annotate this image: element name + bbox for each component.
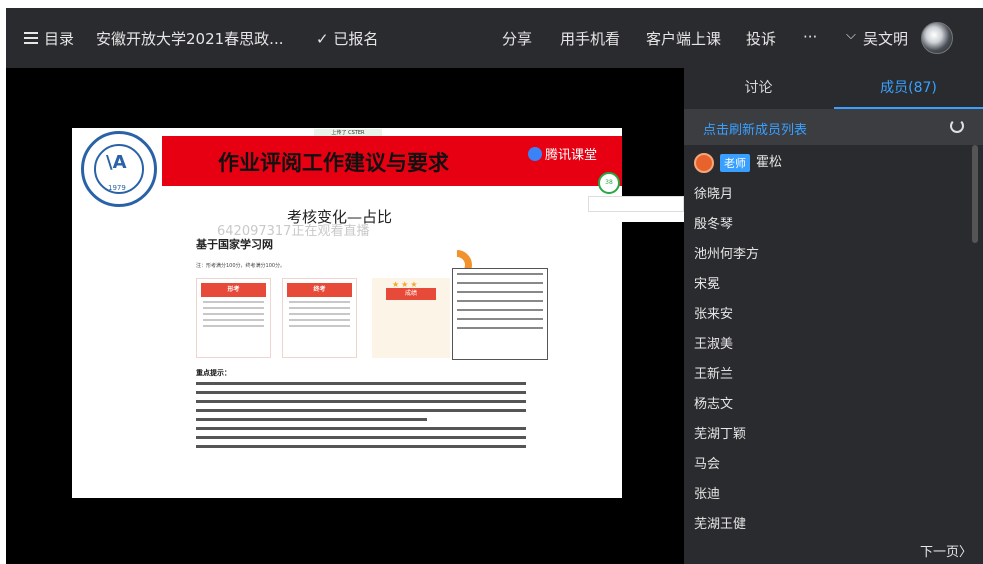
member-list: 老师 霍松 徐晓月 殷冬琴 池州何李方 宋冕 张来安 王淑美 王新兰 杨志文 芜湖… [684,145,983,535]
refresh-bar: 点击刷新成员列表 [684,109,983,145]
tab-members[interactable]: 成员(87) [834,68,983,109]
slide-title: 作业评阅工作建议与要求 [218,150,449,175]
client-class-button[interactable]: 客户端上课 [646,28,721,49]
share-button[interactable]: 分享 [502,28,532,49]
next-page-button[interactable]: 下一页〉 [920,541,972,560]
overlay-box-2 [588,212,684,222]
scrollbar[interactable] [972,145,978,243]
side-panel: 讨论 成员(87) 点击刷新成员列表 老师 霍松 徐晓月 殷冬琴 池州何李方 宋冕… [684,68,983,564]
rules-section: 重点提示： [196,368,526,454]
list-item[interactable]: 杨志文 [694,393,733,423]
list-item[interactable]: 宋冕 [694,273,720,303]
card-final: 终考 [282,278,357,358]
course-title: 安徽开放大学2021春思政... [96,30,284,48]
panel-tabs: 讨论 成员(87) [684,68,983,109]
list-item[interactable]: 芜湖王健 [694,513,746,535]
teacher-badge: 老师 [720,153,750,172]
enrolled-status[interactable]: ✓ 已报名 [316,28,378,49]
member-teacher[interactable]: 老师 霍松 [694,151,782,181]
menu-icon[interactable] [24,32,38,44]
classroom-window: 目录 安徽开放大学2021春思政... ✓ 已报名 分享 用手机看 客户端上课 … [6,8,983,564]
list-item[interactable]: 王新兰 [694,363,733,393]
list-item[interactable]: 池州何李方 [694,243,759,273]
list-item[interactable]: 张迪 [694,483,720,513]
avatar[interactable] [921,22,953,54]
overlay-box [588,196,684,212]
refresh-icon[interactable] [950,119,964,133]
mobile-watch-button[interactable]: 用手机看 [560,28,620,49]
top-bar: 目录 安徽开放大学2021春思政... ✓ 已报名 分享 用手机看 客户端上课 … [6,8,983,68]
list-item[interactable]: 徐晓月 [694,183,733,213]
card-formative: 形考 [196,278,271,358]
slide: 上传了 CSTER \A 1979 作业评阅工作建议与要求 考核变化—占比 64… [72,128,622,498]
chevron-down-icon[interactable]: ⌵ [846,28,856,43]
slide-note: 注：形考满分100分，终考满分100分。 [196,263,286,269]
list-item[interactable]: 马会 [694,453,720,483]
list-item[interactable]: 张来安 [694,303,733,333]
teacher-avatar-icon [694,152,714,173]
card-score: ★★★ 成绩 [372,278,450,358]
list-item[interactable]: 王淑美 [694,333,733,363]
tencent-classroom-logo: 腾讯课堂 [528,144,597,163]
tab-discussion[interactable]: 讨论 [684,68,833,109]
catalog-button[interactable]: 目录 [44,28,74,49]
slide-section-label: 基于国家学习网 [196,238,273,251]
list-item[interactable]: 殷冬琴 [694,213,733,243]
refresh-members-link[interactable]: 点击刷新成员列表 [703,119,807,138]
viewer-badge: 38 [598,172,620,194]
star-icon: ★★★ [392,280,420,289]
note-box [452,268,548,360]
panel-footer: 下一页〉 [684,535,983,564]
list-item[interactable]: 芜湖丁颖 [694,423,746,453]
university-logo: \A 1979 [81,131,157,207]
complain-button[interactable]: 投诉 [746,28,776,49]
play-icon [528,147,542,161]
more-button[interactable]: ··· [803,28,817,46]
video-stage: 上传了 CSTER \A 1979 作业评阅工作建议与要求 考核变化—占比 64… [6,68,684,564]
user-name[interactable]: 吴文明 [863,28,908,49]
